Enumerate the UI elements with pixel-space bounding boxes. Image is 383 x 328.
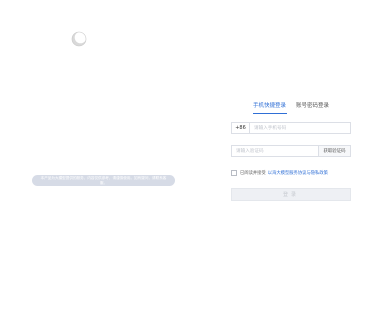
tab-password-login[interactable]: 账号密码登录 xyxy=(296,102,329,110)
agreement-text: 已阅读并接受 xyxy=(240,171,266,176)
get-code-button[interactable]: 获取验证码 xyxy=(318,146,350,156)
agreement-row: 已阅读并接受 以海大模型服务协议与隐私政策 xyxy=(231,169,351,177)
agreement-link[interactable]: 以海大模型服务协议与隐私政策 xyxy=(268,170,328,176)
crescent-logo-icon xyxy=(71,31,87,47)
country-code-prefix[interactable]: +86 xyxy=(232,123,250,133)
code-field: 获取验证码 xyxy=(231,145,351,157)
agreement-checkbox[interactable] xyxy=(231,170,237,176)
notice-banner: 本产品为大模型提供的服务，内容仅供参考，请谨慎使用。如有疑问，请联系客服。 xyxy=(32,175,175,186)
tab-phone-login[interactable]: 手机快捷登录 xyxy=(253,102,286,110)
login-panel: 手机快捷登录 账号密码登录 +86 获取验证码 已阅读并接受 以海大模型服务协议… xyxy=(231,97,351,207)
notice-text: 本产品为大模型提供的服务，内容仅供参考，请谨慎使用。如有疑问，请联系客服。 xyxy=(40,176,167,185)
phone-field: +86 xyxy=(231,122,351,134)
login-tabs: 手机快捷登录 账号密码登录 xyxy=(231,102,351,116)
verification-code-input[interactable] xyxy=(232,146,318,156)
phone-input[interactable] xyxy=(250,123,350,133)
active-tab-indicator xyxy=(253,113,287,114)
login-button[interactable]: 登录 xyxy=(231,188,351,201)
